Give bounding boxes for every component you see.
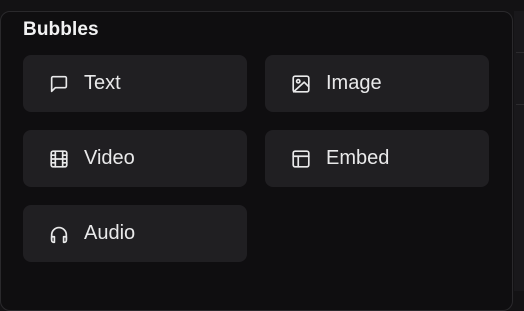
bubble-image-label: Image — [326, 72, 382, 94]
message-square-icon — [48, 73, 70, 95]
layout-icon — [290, 148, 312, 170]
bubble-image-button[interactable]: Image — [265, 55, 489, 112]
bubble-video-button[interactable]: Video — [23, 130, 247, 187]
headphones-icon — [48, 223, 70, 245]
bubble-audio-button[interactable]: Audio — [23, 205, 247, 262]
bubble-video-label: Video — [84, 147, 135, 169]
bubble-embed-label: Embed — [326, 147, 390, 169]
image-icon — [290, 73, 312, 95]
bubble-embed-button[interactable]: Embed — [265, 130, 489, 187]
bubble-text-button[interactable]: Text — [23, 55, 247, 112]
panel-title: Bubbles — [23, 19, 99, 40]
background-divider — [516, 104, 524, 105]
background-sidebar-edge — [514, 11, 524, 291]
background-divider — [516, 52, 524, 53]
film-icon — [48, 148, 70, 170]
bubble-text-label: Text — [84, 72, 121, 94]
bubble-audio-label: Audio — [84, 222, 136, 244]
